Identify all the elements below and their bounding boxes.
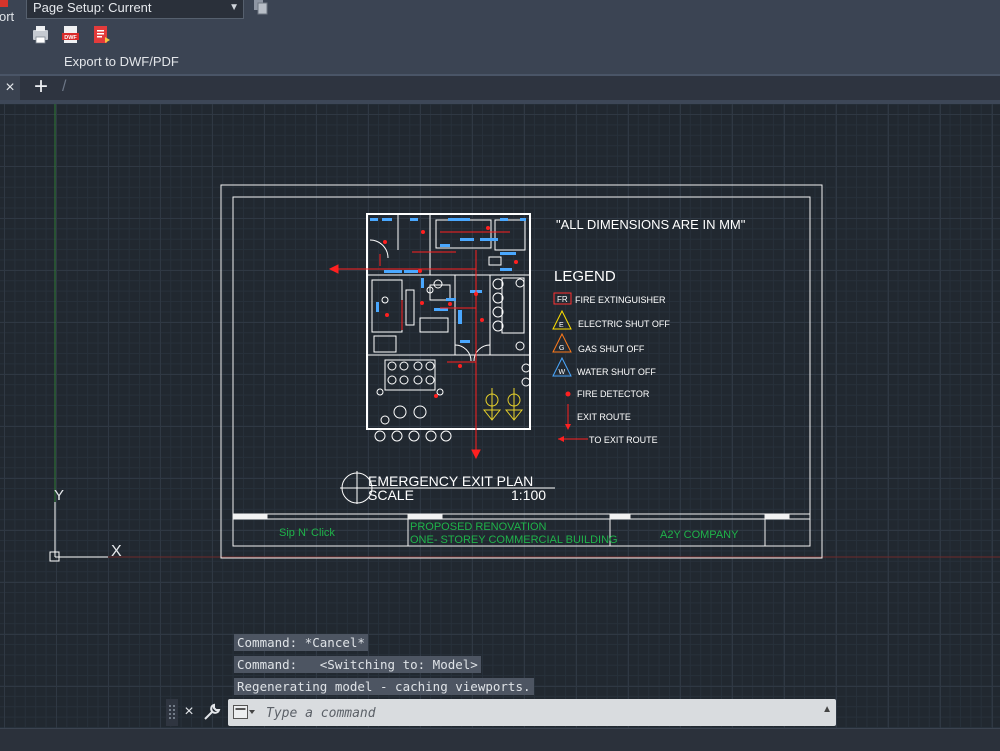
export-dwf-icon[interactable]: DWF bbox=[60, 24, 82, 46]
export-pdf-icon[interactable] bbox=[90, 24, 112, 46]
export-icon[interactable] bbox=[0, 0, 8, 7]
legend-fire-detector: FIRE DETECTOR bbox=[565, 389, 650, 399]
legend-electric-shut-off: E ELECTRIC SHUT OFF bbox=[552, 309, 670, 330]
command-line-grip[interactable] bbox=[166, 699, 178, 726]
close-command-line-icon[interactable]: × bbox=[179, 699, 199, 726]
legend-fire-extinguisher: FR FIRE EXTINGUISHER bbox=[553, 292, 666, 305]
legend-water-shut-off: W WATER SHUT OFF bbox=[552, 356, 656, 377]
floor-plan bbox=[366, 213, 531, 442]
plan-title-block: EMERGENCY EXIT PLAN SCALE 1:100 bbox=[340, 471, 555, 504]
ucs-y-label: Y bbox=[54, 487, 64, 504]
legend-symbol: E bbox=[559, 322, 564, 329]
fire-detector-icon bbox=[565, 391, 571, 397]
legend-label: TO EXIT ROUTE bbox=[589, 435, 658, 445]
dimensions-note: "ALL DIMENSIONS ARE IN MM" bbox=[556, 217, 746, 232]
drawing-svg: "ALL DIMENSIONS ARE IN MM" LEGEND FR FIR… bbox=[49, 104, 1000, 562]
ucs-x-label: X bbox=[111, 543, 122, 560]
legend-label: FIRE DETECTOR bbox=[577, 389, 650, 399]
titleblock-project-line2: ONE- STOREY COMMERCIAL BUILDING bbox=[410, 534, 618, 546]
titleblock-company: A2Y COMPANY bbox=[660, 529, 739, 541]
legend-symbol: FR bbox=[557, 295, 568, 304]
legend-label: FIRE EXTINGUISHER bbox=[575, 295, 666, 305]
command-line: × ▲ bbox=[166, 699, 836, 728]
legend-label: GAS SHUT OFF bbox=[578, 344, 645, 354]
new-tab-button[interactable]: + bbox=[34, 74, 48, 100]
page-setup-manager-icon[interactable] bbox=[252, 0, 270, 16]
command-input[interactable] bbox=[264, 699, 788, 728]
tab-divider: / bbox=[62, 78, 67, 95]
chevron-up-icon[interactable]: ▲ bbox=[822, 704, 832, 715]
titleblock-owner: Sip N' Click bbox=[279, 527, 335, 539]
legend-label: EXIT ROUTE bbox=[577, 412, 631, 422]
scale-label: SCALE bbox=[368, 487, 414, 503]
legend-exit-route: EXIT ROUTE bbox=[565, 404, 631, 430]
chevron-down-icon: ▼ bbox=[229, 2, 239, 13]
command-history-line: Regenerating model - caching viewports. bbox=[234, 678, 534, 695]
export-panel-title: Export to DWF/PDF bbox=[64, 54, 179, 69]
legend-label: ELECTRIC SHUT OFF bbox=[578, 319, 670, 329]
legend-to-exit-route: TO EXIT ROUTE bbox=[558, 435, 658, 445]
svg-text:DWF: DWF bbox=[64, 35, 77, 41]
plan-exit-routes bbox=[328, 231, 510, 460]
legend-label: WATER SHUT OFF bbox=[577, 367, 656, 377]
legend-gas-shut-off: G GAS SHUT OFF bbox=[552, 332, 645, 354]
command-input-field[interactable]: ▲ bbox=[228, 699, 836, 728]
page-setup-dropdown[interactable]: Page Setup: Current ▼ bbox=[26, 0, 244, 19]
batch-plot-icon[interactable] bbox=[30, 24, 52, 46]
legend-symbol: G bbox=[559, 345, 564, 352]
wrench-icon[interactable] bbox=[202, 702, 222, 722]
legend-symbol: W bbox=[559, 369, 566, 376]
plan-gas-fixtures bbox=[482, 388, 524, 421]
drawing-canvas[interactable]: "ALL DIMENSIONS ARE IN MM" LEGEND FR FIR… bbox=[0, 104, 1000, 728]
command-history-line: Command: *Cancel* bbox=[234, 634, 368, 651]
file-tab-bar bbox=[0, 76, 1000, 101]
scale-value: 1:100 bbox=[511, 487, 546, 503]
legend-title: LEGEND bbox=[554, 268, 616, 285]
export-panel-label: ort bbox=[0, 9, 15, 24]
ucs-icon: Y X bbox=[49, 487, 122, 562]
command-prompt-icon[interactable] bbox=[233, 705, 255, 720]
command-history-line: Command: <Switching to: Model> bbox=[234, 656, 481, 673]
status-bar bbox=[0, 728, 1000, 751]
close-tab-icon[interactable]: × bbox=[0, 76, 20, 100]
page-setup-value: Page Setup: Current bbox=[33, 0, 152, 15]
titleblock-project-line1: PROPOSED RENOVATION bbox=[410, 521, 547, 533]
